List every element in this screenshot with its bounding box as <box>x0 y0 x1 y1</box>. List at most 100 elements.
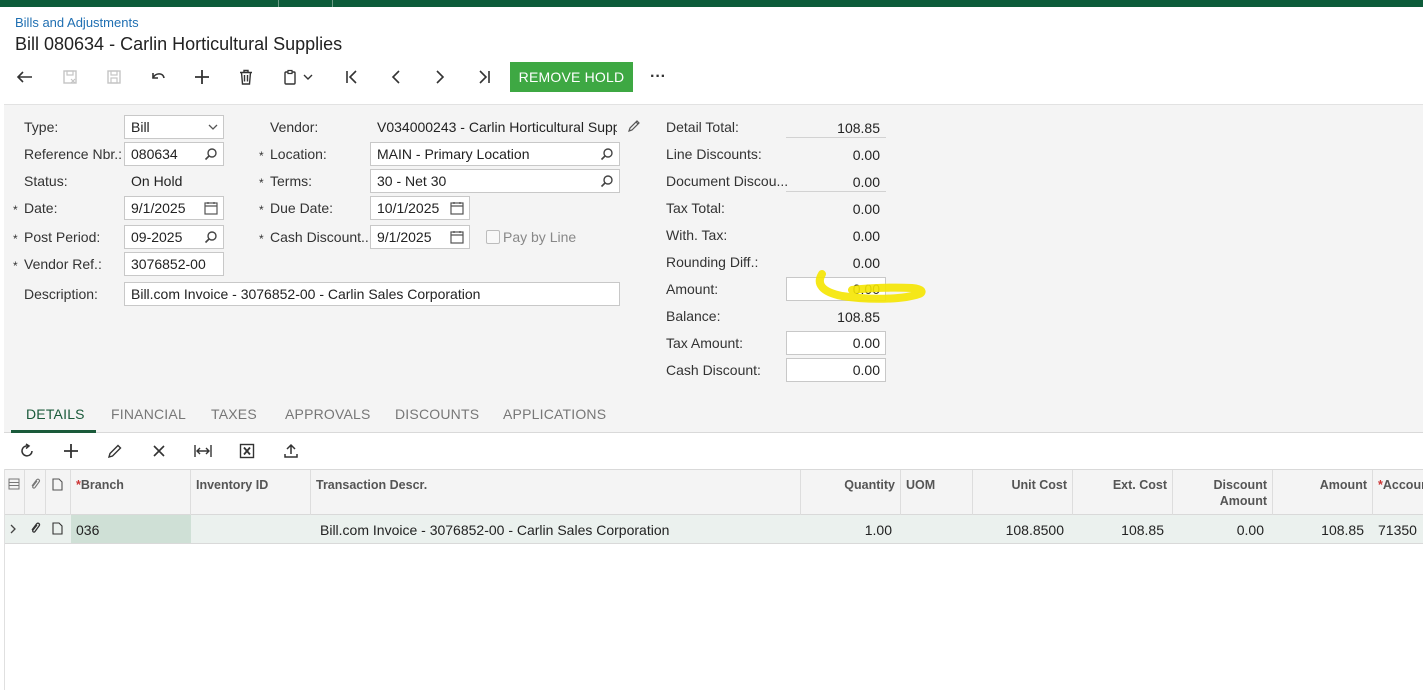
location-value: MAIN - Primary Location <box>377 146 530 162</box>
row-attachment-button[interactable] <box>25 515 46 543</box>
save-button[interactable] <box>97 62 131 92</box>
search-icon[interactable] <box>600 147 614 164</box>
chevron-right-icon <box>436 70 445 84</box>
note-icon <box>52 478 63 491</box>
add-button[interactable] <box>185 62 219 92</box>
required-marker: * <box>13 259 18 273</box>
date-label: Date: <box>24 200 58 216</box>
tax-total-label: Tax Total: <box>666 200 725 216</box>
amount-input[interactable]: 0.00 <box>786 277 886 301</box>
due-date-value: 10/1/2025 <box>377 200 440 216</box>
first-record-icon <box>346 70 357 84</box>
save-close-button[interactable] <box>53 62 87 92</box>
refresh-icon <box>21 443 33 457</box>
uom-column-header[interactable]: UOM <box>901 470 973 516</box>
close-icon <box>153 445 165 457</box>
pay-by-line-checkbox[interactable] <box>486 230 500 244</box>
upload-button[interactable] <box>276 439 306 463</box>
tab-discounts[interactable]: DISCOUNTS <box>395 406 479 422</box>
account-cell[interactable]: 71350 <box>1373 515 1423 543</box>
grid-header: *Branch Inventory ID Transaction Descr. … <box>5 469 1423 516</box>
type-select[interactable]: Bill <box>124 115 224 139</box>
delete-button[interactable] <box>229 62 263 92</box>
branch-column-header[interactable]: *Branch <box>71 470 191 516</box>
unit-cost-column-header[interactable]: Unit Cost <box>973 470 1073 516</box>
amount-cell[interactable]: 108.85 <box>1273 515 1369 543</box>
search-icon[interactable] <box>600 174 614 191</box>
edit-row-button[interactable] <box>100 439 130 463</box>
top-bar-divider <box>332 0 333 7</box>
type-label: Type: <box>24 119 59 135</box>
discount-amount-column-header[interactable]: Discount Amount <box>1173 470 1273 516</box>
description-field[interactable]: Bill.com Invoice - 3076852-00 - Carlin S… <box>124 282 620 306</box>
search-icon[interactable] <box>204 230 218 247</box>
branch-header-label: Branch <box>80 478 124 492</box>
calendar-icon[interactable] <box>204 201 218 218</box>
row-expand-toggle[interactable] <box>5 515 25 543</box>
status-value: On Hold <box>131 173 183 189</box>
divider <box>786 137 886 138</box>
previous-record-button[interactable] <box>379 62 413 92</box>
back-arrow-icon <box>16 71 32 83</box>
add-row-button[interactable] <box>56 439 86 463</box>
rounding-diff-label: Rounding Diff.: <box>666 254 759 270</box>
transaction-descr-column-header[interactable]: Transaction Descr. <box>311 470 801 516</box>
vendor-ref-field[interactable]: 3076852-00 <box>124 252 224 276</box>
discount-amount-cell[interactable]: 0.00 <box>1173 515 1269 543</box>
search-icon[interactable] <box>204 147 218 164</box>
calendar-icon[interactable] <box>450 201 464 218</box>
cash-discount-date-field[interactable]: 9/1/2025 <box>370 225 470 249</box>
paperclip-icon <box>31 522 41 533</box>
breadcrumb[interactable]: Bills and Adjustments <box>15 15 139 30</box>
copy-paste-dropdown[interactable] <box>298 62 318 92</box>
vendor-value[interactable]: V034000243 - Carlin Horticultural Suppli… <box>377 119 617 135</box>
undo-button[interactable] <box>141 62 175 92</box>
status-label: Status: <box>24 173 68 189</box>
row-note-button[interactable] <box>46 515 71 543</box>
cash-discount-input[interactable]: 0.00 <box>786 358 886 382</box>
fit-columns-button[interactable] <box>188 439 218 463</box>
transaction-descr-cell[interactable]: Bill.com Invoice - 3076852-00 - Carlin S… <box>315 515 801 543</box>
tab-financial[interactable]: FINANCIAL <box>111 406 186 422</box>
quantity-column-header[interactable]: Quantity <box>801 470 901 516</box>
tax-amount-input[interactable]: 0.00 <box>786 331 886 355</box>
next-record-button[interactable] <box>423 62 457 92</box>
inventory-id-cell[interactable] <box>191 515 311 543</box>
delete-row-button[interactable] <box>144 439 174 463</box>
date-field[interactable]: 9/1/2025 <box>124 196 224 220</box>
save-icon <box>107 70 121 84</box>
chevron-down-icon <box>208 120 218 137</box>
more-actions-button[interactable]: ··· <box>641 62 675 92</box>
post-period-field[interactable]: 09-2025 <box>124 225 224 249</box>
table-row[interactable]: 036 Bill.com Invoice - 3076852-00 - Carl… <box>5 515 1423 544</box>
remove-hold-button[interactable]: REMOVE HOLD <box>510 62 633 92</box>
account-column-header[interactable]: *Accoun <box>1373 470 1423 516</box>
refresh-button[interactable] <box>12 439 42 463</box>
export-excel-button[interactable] <box>232 439 262 463</box>
reference-nbr-field[interactable]: 080634 <box>124 142 224 166</box>
row-selector-header[interactable] <box>5 470 25 516</box>
amount-column-header[interactable]: Amount <box>1273 470 1373 516</box>
tab-details[interactable]: DETAILS <box>26 406 85 422</box>
last-record-button[interactable] <box>467 62 501 92</box>
unit-cost-cell[interactable]: 108.8500 <box>973 515 1069 543</box>
inventory-id-column-header[interactable]: Inventory ID <box>191 470 311 516</box>
ext-cost-cell[interactable]: 108.85 <box>1073 515 1169 543</box>
line-discounts-label: Line Discounts: <box>666 146 762 162</box>
tab-applications[interactable]: APPLICATIONS <box>503 406 606 422</box>
due-date-field[interactable]: 10/1/2025 <box>370 196 470 220</box>
calendar-icon[interactable] <box>450 230 464 247</box>
tab-taxes[interactable]: TAXES <box>211 406 257 422</box>
ext-cost-column-header[interactable]: Ext. Cost <box>1073 470 1173 516</box>
back-button[interactable] <box>8 62 42 92</box>
excel-icon <box>239 443 255 459</box>
quantity-cell[interactable]: 1.00 <box>801 515 897 543</box>
terms-field[interactable]: 30 - Net 30 <box>370 169 620 193</box>
first-record-button[interactable] <box>335 62 369 92</box>
location-field[interactable]: MAIN - Primary Location <box>370 142 620 166</box>
branch-cell[interactable]: 036 <box>71 515 191 543</box>
uom-cell[interactable] <box>901 515 973 543</box>
tab-approvals[interactable]: APPROVALS <box>285 406 371 422</box>
pencil-icon[interactable] <box>627 119 641 136</box>
cash-discount-date-value: 9/1/2025 <box>377 229 432 245</box>
